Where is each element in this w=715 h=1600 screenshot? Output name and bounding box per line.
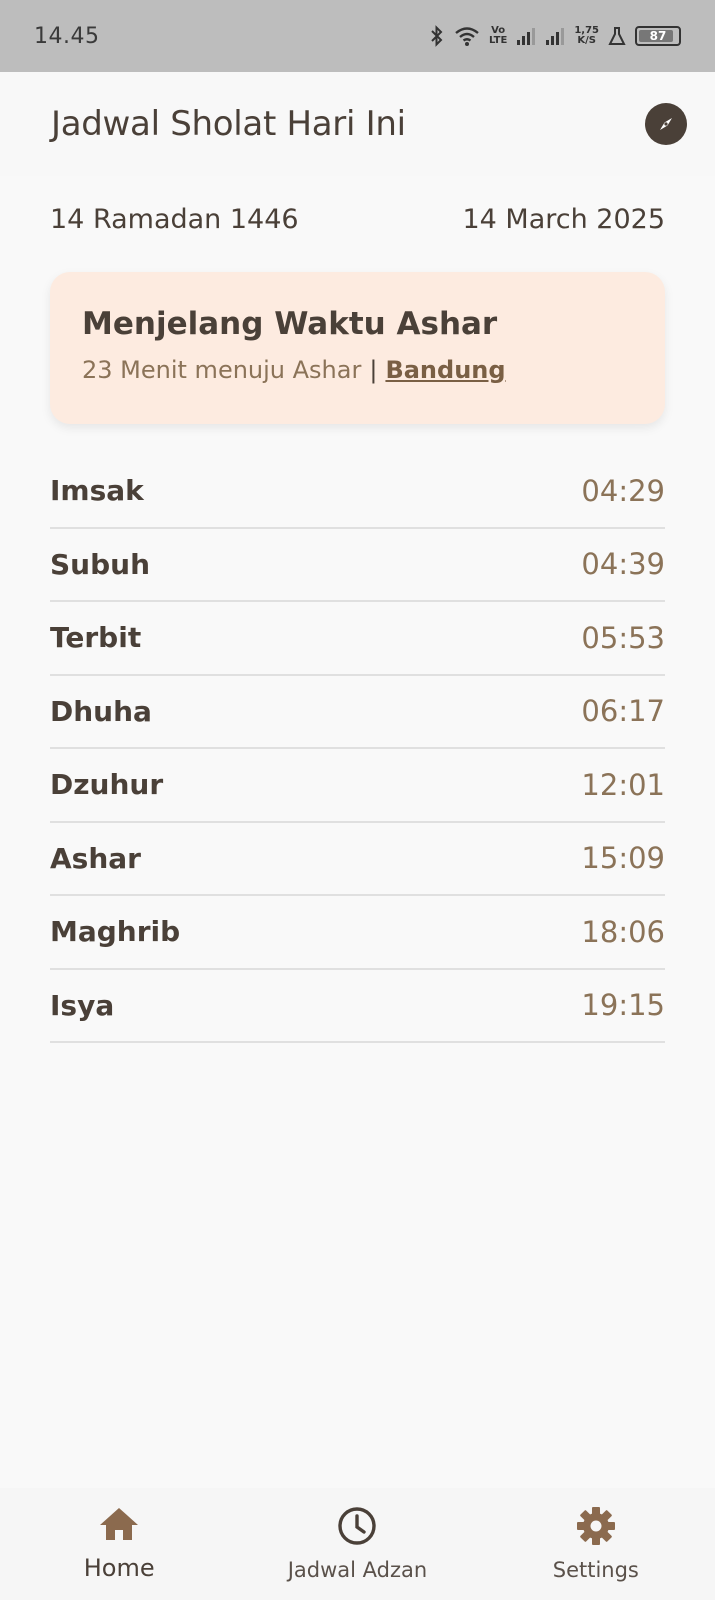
schedule-row-terbit: Terbit 05:53 <box>50 602 665 676</box>
prayer-time: 18:06 <box>581 914 665 949</box>
nav-home-label: Home <box>83 1554 155 1582</box>
prayer-time: 04:29 <box>581 473 665 508</box>
status-bar: 14.45 Vo LTE 1,75 K/S 87 <box>0 0 715 72</box>
speed-unit: K/S <box>577 35 596 46</box>
app-bar: Jadwal Sholat Hari Ini <box>0 72 715 176</box>
nav-home[interactable]: Home <box>9 1506 229 1582</box>
nav-jadwal-adzan[interactable]: Jadwal Adzan <box>247 1506 467 1582</box>
nav-settings-label: Settings <box>552 1558 639 1582</box>
page-title: Jadwal Sholat Hari Ini <box>51 104 406 144</box>
signal-icon <box>546 28 565 45</box>
signal-icon <box>517 28 536 45</box>
city-link[interactable]: Bandung <box>385 356 505 384</box>
schedule-row-subuh: Subuh 04:39 <box>50 529 665 602</box>
prayer-name: Isya <box>50 988 115 1022</box>
next-prayer-card: Menjelang Waktu Ashar 23 Menit menuju As… <box>50 272 665 424</box>
battery-level: 87 <box>649 29 667 43</box>
lab-icon <box>608 27 626 45</box>
bluetooth-icon <box>431 25 443 47</box>
gregorian-date: 14 March 2025 <box>462 204 665 235</box>
prayer-name: Terbit <box>50 621 142 655</box>
prayer-time: 15:09 <box>581 841 665 876</box>
prayer-time: 19:15 <box>581 988 665 1023</box>
hijri-date: 14 Ramadan 1446 <box>50 204 299 235</box>
schedule-row-ashar: Ashar 15:09 <box>50 823 665 896</box>
gear-icon <box>576 1507 615 1545</box>
prayer-time: 04:39 <box>581 547 665 582</box>
countdown-text: 23 Menit menuju Ashar <box>82 356 362 384</box>
wifi-icon <box>455 27 479 46</box>
prayer-name: Maghrib <box>50 915 181 949</box>
prayer-schedule-list: Imsak 04:29 Subuh 04:39 Terbit 05:53 Dhu… <box>50 455 665 1043</box>
schedule-row-maghrib: Maghrib 18:06 <box>50 896 665 970</box>
schedule-row-imsak: Imsak 04:29 <box>50 455 665 529</box>
prayer-name: Ashar <box>50 841 141 875</box>
schedule-row-dhuha: Dhuha 06:17 <box>50 676 665 749</box>
schedule-row-dzuhur: Dzuhur 12:01 <box>50 749 665 823</box>
battery-icon: 87 <box>635 26 681 46</box>
clock-icon <box>338 1507 377 1545</box>
prayer-name: Imsak <box>50 474 144 508</box>
home-icon <box>100 1508 139 1540</box>
nav-jadwal-adzan-label: Jadwal Adzan <box>287 1558 428 1582</box>
volte-bottom: LTE <box>488 35 508 46</box>
next-prayer-title: Menjelang Waktu Ashar <box>82 306 498 342</box>
separator: | <box>369 356 378 384</box>
status-icons: Vo LTE 1,75 K/S 87 <box>429 25 681 47</box>
prayer-name: Dhuha <box>50 694 152 728</box>
prayer-time: 12:01 <box>581 767 665 802</box>
prayer-name: Dzuhur <box>50 768 164 802</box>
prayer-time: 05:53 <box>581 620 665 655</box>
prayer-time: 06:17 <box>581 694 665 729</box>
nav-settings[interactable]: Settings <box>486 1506 706 1582</box>
status-time: 14.45 <box>34 23 100 49</box>
prayer-name: Subuh <box>50 547 151 581</box>
bottom-navigation: Home Jadwal Adzan Settings <box>0 1488 715 1600</box>
schedule-row-isya: Isya 19:15 <box>50 970 665 1043</box>
date-row: 14 Ramadan 1446 14 March 2025 <box>50 204 665 235</box>
volte-icon: Vo LTE <box>489 26 507 46</box>
network-speed: 1,75 K/S <box>574 26 599 46</box>
compass-icon <box>660 118 672 130</box>
next-prayer-subtitle: 23 Menit menuju Ashar | Bandung <box>82 356 633 384</box>
qibla-compass-button[interactable] <box>645 103 687 145</box>
